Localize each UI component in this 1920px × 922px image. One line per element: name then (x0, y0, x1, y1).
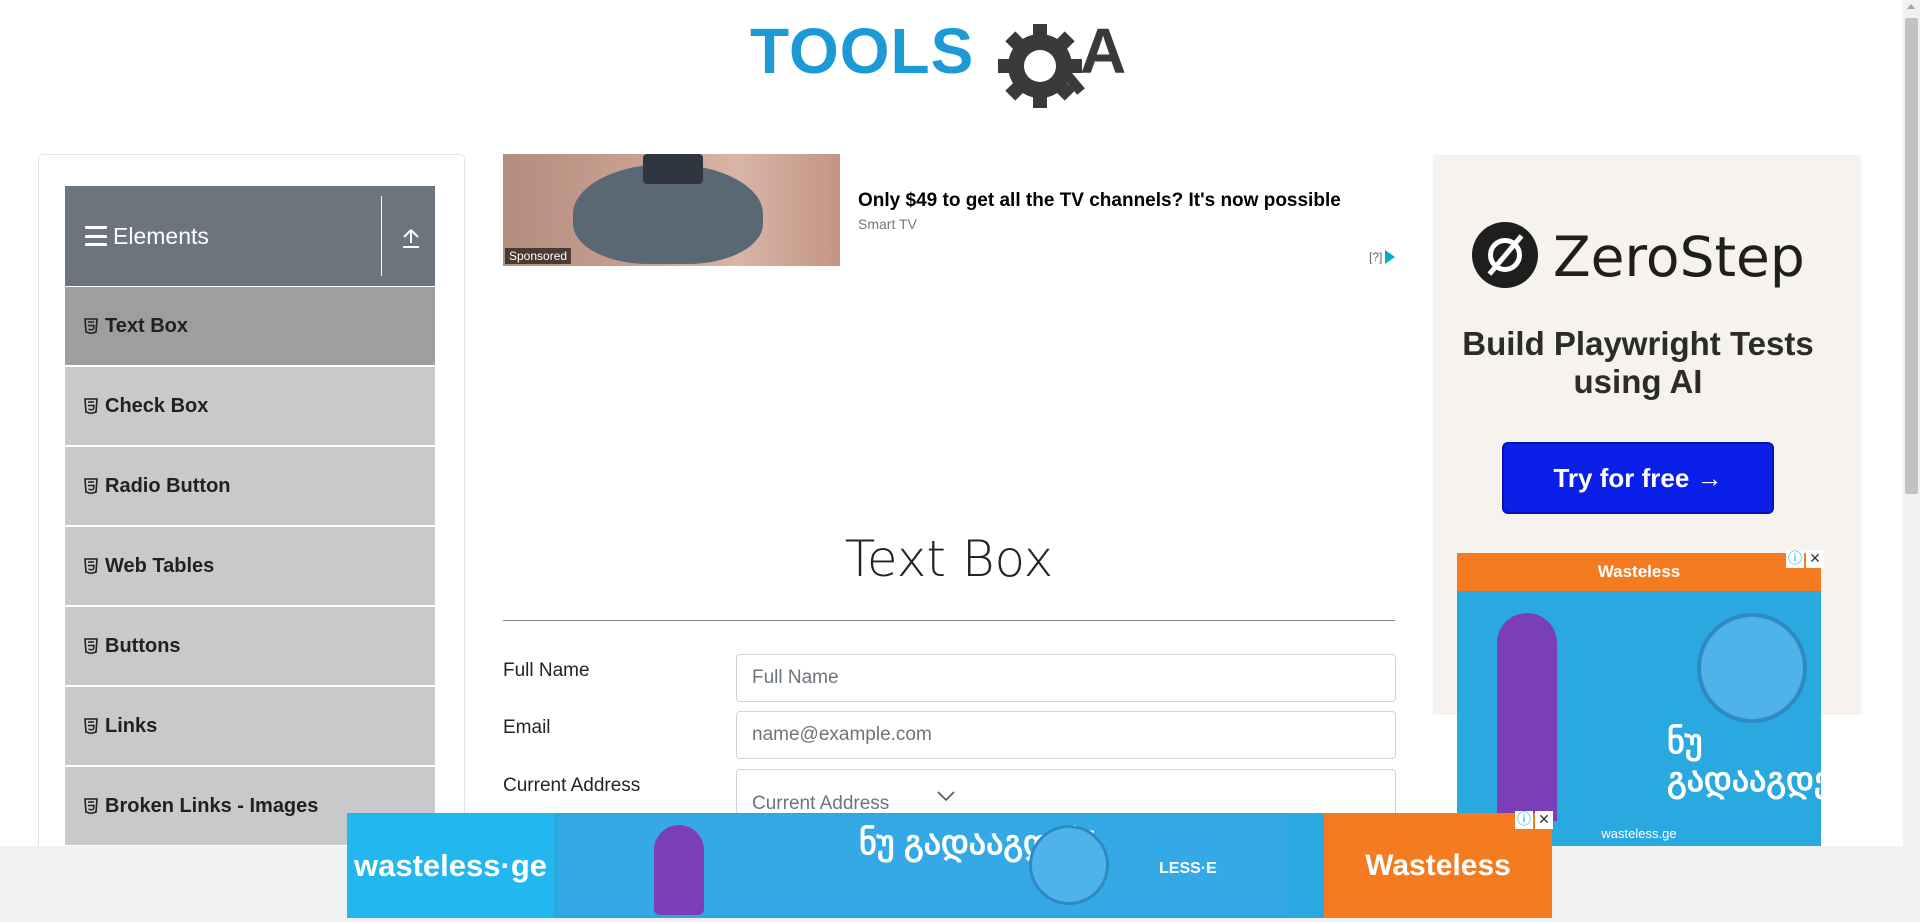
html5-icon (84, 798, 98, 814)
email-label: Email (503, 717, 551, 738)
title-divider (503, 620, 1395, 621)
sidebar-item-buttons[interactable]: Buttons (65, 607, 435, 686)
georgian-slogan: ნუ გადააგდებ! (1667, 723, 1821, 799)
html5-icon (84, 638, 98, 654)
ad-source: Smart TV (858, 216, 917, 232)
sidebar-item-links[interactable]: Links (65, 687, 435, 766)
banner-left-text: wasteless·ge (347, 813, 554, 918)
ad-close-icon[interactable]: ✕ (1806, 550, 1824, 568)
person-illustration (654, 825, 704, 915)
ad-image[interactable]: Sponsored (503, 154, 840, 266)
page: TOOLS A Elements Text Box Check Box Radi… (0, 0, 1920, 922)
html5-icon (84, 398, 98, 414)
sidebar-item-radio-button[interactable]: Radio Button (65, 447, 435, 526)
html5-icon (84, 478, 98, 494)
robot-illustration (1697, 613, 1807, 723)
sidebar-item-label: Radio Button (105, 474, 231, 497)
menu-icon (85, 226, 107, 246)
page-title: Text Box (844, 530, 1054, 588)
scroll-up-arrow-icon[interactable] (1907, 4, 1915, 9)
email-input[interactable] (736, 711, 1396, 759)
full-name-input[interactable] (736, 654, 1396, 702)
current-address-label: Current Address (503, 775, 641, 796)
zerostep-logo-icon (1472, 222, 1538, 288)
toolsqa-logo-graphic: TOOLS A (750, 15, 1126, 108)
sidebar-item-text-box[interactable]: Text Box (65, 287, 435, 366)
sidebar-item-check-box[interactable]: Check Box (65, 367, 435, 446)
ad-info-label: [?] (1369, 250, 1383, 264)
partner-logo: LESS·E (1159, 860, 1217, 877)
elements-group-header[interactable]: Elements (65, 186, 435, 286)
sponsored-label: Sponsored (505, 248, 572, 264)
zerostep-brand: ZeroStep (1553, 225, 1805, 289)
adchoices-icon (1385, 250, 1396, 264)
try-for-free-button[interactable]: Try for free → (1502, 442, 1774, 514)
sidebar-item-label: Broken Links - Images (105, 794, 319, 817)
html5-icon (84, 558, 98, 574)
ad-headline[interactable]: Only $49 to get all the TV channels? It'… (858, 190, 1341, 212)
robot-illustration (1029, 825, 1109, 905)
gear-icon (998, 24, 1085, 108)
header-divider (381, 196, 382, 276)
person-illustration (1497, 613, 1557, 833)
html5-icon (84, 718, 98, 734)
group-title: Elements (113, 222, 209, 249)
banner-info-icon[interactable]: ⓘ (1515, 811, 1533, 829)
html5-icon (84, 318, 98, 334)
svg-text:A: A (1080, 18, 1126, 87)
wasteless-bottom-banner[interactable]: wasteless·ge ნუ გადააგდებ! LESS·E Wastel… (347, 813, 1552, 918)
banner-illustration: ნუ გადააგდებ! LESS·E (559, 815, 1287, 915)
chevron-down-icon (937, 791, 955, 802)
zerostep-tagline: Build Playwright Tests using AI (1462, 325, 1814, 400)
collapse-arrow-icon[interactable] (401, 226, 421, 250)
sidebar-item-label: Check Box (105, 394, 209, 417)
toolsqa-logo[interactable]: TOOLS A (750, 15, 1155, 113)
ad-choices[interactable]: [?] (1369, 250, 1396, 264)
sidebar-item-web-tables[interactable]: Web Tables (65, 527, 435, 606)
sidebar-item-label: Web Tables (105, 554, 215, 577)
svg-text:TOOLS: TOOLS (750, 18, 974, 87)
wasteless-header: Wasteless (1457, 553, 1821, 591)
ad-info-icon[interactable]: ⓘ (1786, 550, 1804, 568)
wasteless-side-ad[interactable]: Wasteless ნუ გადააგდებ! wasteless.ge (1457, 553, 1821, 847)
sidebar-item-label: Text Box (105, 314, 188, 337)
full-name-label: Full Name (503, 660, 590, 681)
hdmi-plug-image (643, 154, 703, 184)
sidebar-item-label: Buttons (105, 634, 181, 657)
sponsored-ad[interactable]: Sponsored Only $49 to get all the TV cha… (503, 154, 1413, 266)
scrollbar-thumb[interactable] (1905, 18, 1918, 494)
banner-close-icon[interactable]: ✕ (1535, 811, 1553, 829)
sidebar-item-label: Links (105, 714, 158, 737)
